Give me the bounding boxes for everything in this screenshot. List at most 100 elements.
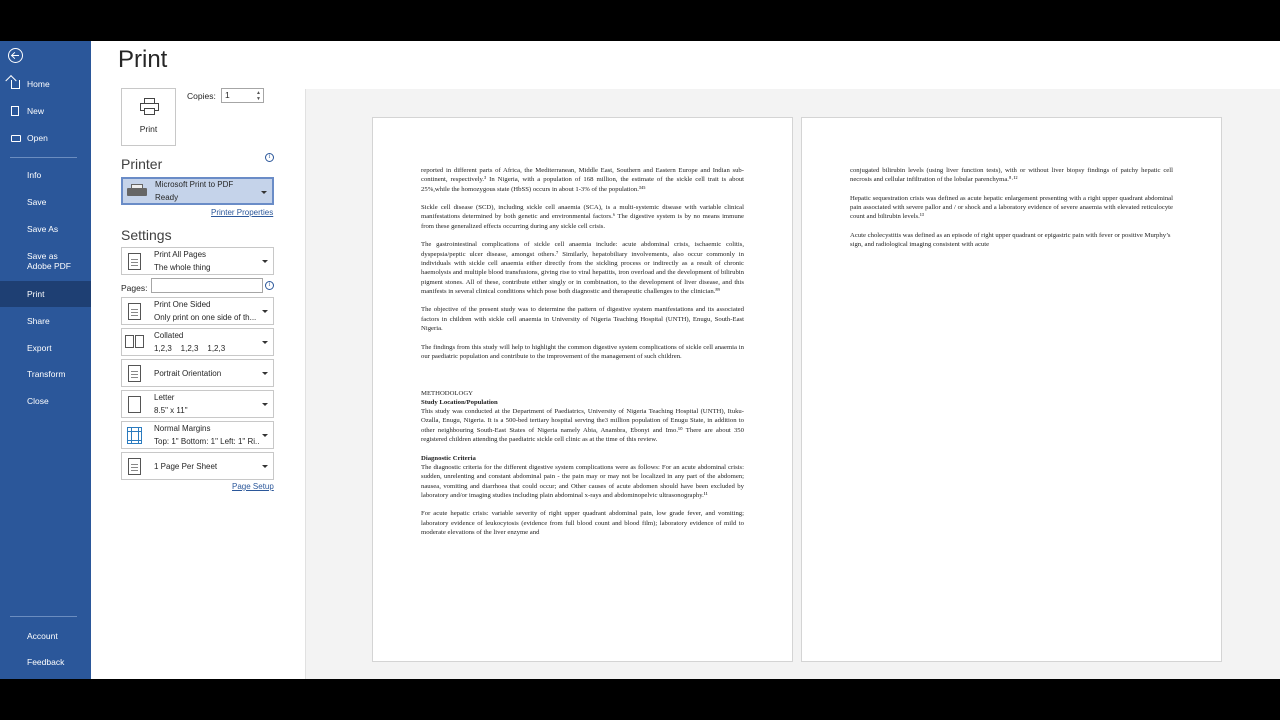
margins-desc: Top: 1" Bottom: 1" Left: 1" Ri... bbox=[154, 437, 260, 446]
sides-value: Print One Sided bbox=[154, 300, 211, 309]
chevron-down-icon bbox=[262, 341, 268, 344]
paragraph: The gastrointestinal complications of si… bbox=[421, 241, 744, 295]
paragraph: This study was conducted at the Departme… bbox=[421, 408, 744, 444]
printer-status: Ready bbox=[155, 193, 179, 202]
nav-print[interactable]: Print bbox=[0, 281, 91, 307]
print-button[interactable]: Print bbox=[121, 88, 176, 146]
one-sided-icon bbox=[128, 303, 141, 320]
nav-separator bbox=[10, 616, 77, 617]
nav-open[interactable]: Open bbox=[0, 125, 91, 151]
chevron-down-icon bbox=[262, 372, 268, 375]
print-range-select[interactable]: Print All Pages The whole thing bbox=[121, 247, 274, 275]
nav-transform[interactable]: Transform bbox=[0, 361, 91, 387]
print-range-desc: The whole thing bbox=[154, 263, 211, 272]
study-heading: Study Location/Population bbox=[421, 398, 498, 406]
nav-separator bbox=[10, 157, 77, 158]
settings-heading: Settings bbox=[121, 227, 172, 243]
pages-label: Pages: bbox=[121, 283, 148, 293]
paragraph: The objective of the present study was t… bbox=[421, 306, 744, 333]
criteria-heading: Diagnostic Criteria bbox=[421, 454, 476, 462]
printer-device-icon bbox=[127, 184, 147, 198]
paragraph: conjugated bilirubin levels (using liver… bbox=[850, 167, 1173, 184]
nav-home[interactable]: Home bbox=[0, 71, 91, 97]
document-icon bbox=[128, 253, 141, 270]
paragraph: Acute cholecystitis was defined as an ep… bbox=[850, 232, 1171, 249]
copies-stepper[interactable]: 1 ▲ ▼ bbox=[221, 88, 264, 103]
new-document-icon bbox=[11, 106, 19, 116]
orientation-value: Portrait Orientation bbox=[154, 369, 222, 378]
pages-per-sheet-value: 1 Page Per Sheet bbox=[154, 462, 218, 471]
pages-per-sheet-select[interactable]: 1 Page Per Sheet bbox=[121, 452, 274, 480]
nav-export-label: Export bbox=[27, 343, 52, 353]
margins-select[interactable]: Normal Margins Top: 1" Bottom: 1" Left: … bbox=[121, 421, 274, 449]
paper-size-select[interactable]: Letter 8.5" x 11" bbox=[121, 390, 274, 418]
copies-label: Copies: bbox=[187, 91, 216, 101]
paragraph: Sickle cell disease (SCD), including sic… bbox=[421, 204, 744, 230]
nav-open-label: Open bbox=[27, 133, 48, 143]
nav-print-label: Print bbox=[27, 289, 45, 299]
collation-select[interactable]: Collated 1,2,3 1,2,3 1,2,3 bbox=[121, 328, 274, 356]
page-2-content: conjugated bilirubin levels (using liver… bbox=[850, 166, 1173, 259]
home-icon bbox=[11, 80, 20, 89]
nav-save-label: Save bbox=[27, 197, 47, 207]
nav-info[interactable]: Info bbox=[0, 162, 91, 188]
printer-properties-link[interactable]: Printer Properties bbox=[211, 208, 273, 217]
printer-icon bbox=[140, 98, 159, 115]
nav-export[interactable]: Export bbox=[0, 335, 91, 361]
back-arrow-icon[interactable] bbox=[8, 48, 23, 63]
sides-select[interactable]: Print One Sided Only print on one side o… bbox=[121, 297, 274, 325]
nav-save[interactable]: Save bbox=[0, 189, 91, 215]
paragraph: reported in different parts of Africa, t… bbox=[421, 167, 744, 193]
nav-close-label: Close bbox=[27, 396, 49, 406]
paper-icon bbox=[128, 396, 141, 413]
chevron-down-icon bbox=[262, 434, 268, 437]
nav-close[interactable]: Close bbox=[0, 388, 91, 414]
info-icon[interactable]: i bbox=[265, 281, 274, 290]
nav-new-label: New bbox=[27, 106, 45, 116]
page-title: Print bbox=[118, 46, 168, 73]
nav-feedback-label: Feedback bbox=[27, 657, 65, 667]
nav-feedback[interactable]: Feedback bbox=[0, 649, 91, 675]
portrait-icon bbox=[128, 365, 141, 382]
backstage-nav: Home New Open Info Save Save As Save as … bbox=[0, 41, 91, 679]
chevron-down-icon bbox=[262, 260, 268, 263]
nav-save-as-adobe-pdf[interactable]: Save as Adobe PDF bbox=[0, 248, 91, 278]
collated-icon bbox=[125, 334, 145, 351]
nav-info-label: Info bbox=[27, 170, 42, 180]
chevron-down-icon bbox=[261, 191, 267, 194]
print-preview[interactable]: reported in different parts of Africa, t… bbox=[306, 89, 1280, 679]
pages-input[interactable] bbox=[151, 278, 263, 293]
preview-page-1: reported in different parts of Africa, t… bbox=[372, 117, 793, 662]
printer-select[interactable]: Microsoft Print to PDF Ready bbox=[121, 177, 274, 205]
orientation-select[interactable]: Portrait Orientation bbox=[121, 359, 274, 387]
info-icon[interactable]: i bbox=[265, 153, 274, 162]
chevron-down-icon bbox=[262, 310, 268, 313]
paragraph: For acute hepatic crisis: variable sever… bbox=[421, 510, 744, 536]
paragraph: Hepatic sequestration crisis was defined… bbox=[850, 194, 1173, 221]
folder-icon bbox=[11, 135, 21, 142]
paragraph: The diagnostic criteria for the differen… bbox=[421, 463, 744, 499]
print-button-label: Print bbox=[139, 124, 158, 134]
collation-desc: 1,2,3 1,2,3 1,2,3 bbox=[154, 344, 226, 353]
page-setup-link[interactable]: Page Setup bbox=[232, 482, 274, 491]
chevron-down-icon bbox=[262, 465, 268, 468]
nav-home-label: Home bbox=[27, 79, 50, 89]
margins-value: Normal Margins bbox=[154, 424, 211, 433]
nav-transform-label: Transform bbox=[27, 369, 66, 379]
nav-share[interactable]: Share bbox=[0, 308, 91, 334]
nav-new[interactable]: New bbox=[0, 98, 91, 124]
nav-account-label: Account bbox=[27, 631, 58, 641]
preview-page-2: conjugated bilirubin levels (using liver… bbox=[801, 117, 1222, 662]
spin-arrows-icon[interactable]: ▲ ▼ bbox=[256, 90, 261, 102]
nav-save-as[interactable]: Save As bbox=[0, 216, 91, 242]
printer-heading: Printer bbox=[121, 156, 163, 172]
nav-share-label: Share bbox=[27, 316, 50, 326]
collation-value: Collated bbox=[154, 331, 184, 340]
sides-desc: Only print on one side of th... bbox=[154, 313, 257, 322]
page-per-sheet-icon bbox=[128, 458, 141, 475]
margins-icon bbox=[127, 427, 142, 444]
nav-save-as-label: Save As bbox=[27, 224, 59, 234]
paragraph: The findings from this study will help t… bbox=[421, 343, 744, 360]
page-1-content: reported in different parts of Africa, t… bbox=[421, 166, 744, 547]
nav-account[interactable]: Account bbox=[0, 623, 91, 649]
